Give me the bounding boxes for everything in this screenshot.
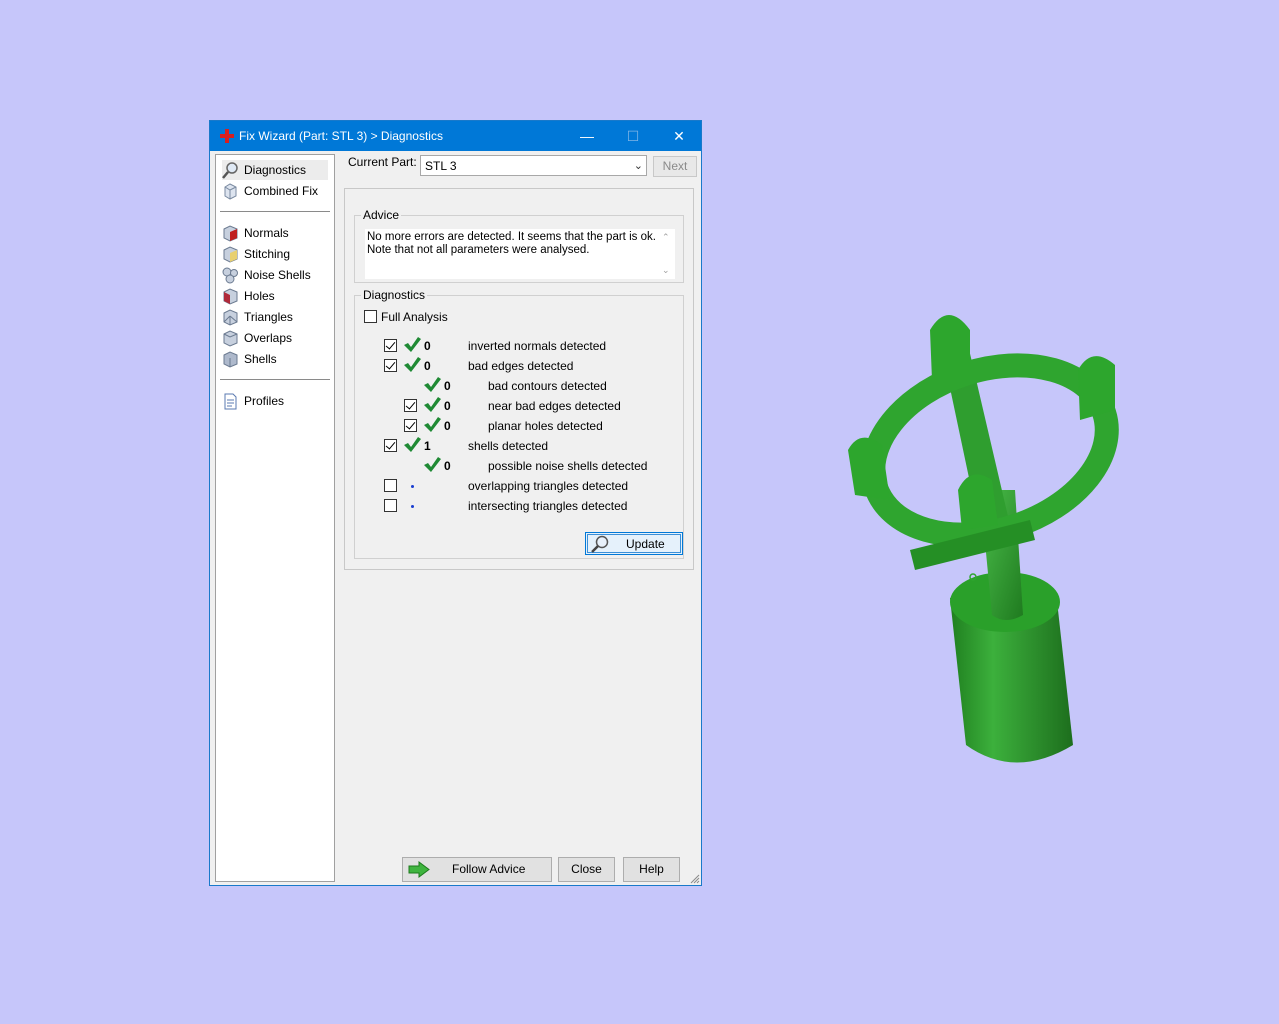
nav-separator	[220, 211, 330, 212]
advice-text: No more errors are detected. It seems th…	[367, 231, 656, 256]
update-button[interactable]: Update	[585, 532, 683, 555]
diagnostic-label: overlapping triangles detected	[468, 479, 629, 493]
green-check-icon	[424, 457, 441, 472]
current-part-label: Current Part:	[348, 155, 417, 169]
advice-group: Advice No more errors are detected. It s…	[354, 208, 684, 283]
close-button[interactable]: Close	[558, 857, 615, 882]
diagnostic-label: shells detected	[468, 439, 549, 453]
nav-item-overlaps[interactable]: Overlaps	[222, 328, 328, 348]
advice-textbox[interactable]: No more errors are detected. It seems th…	[365, 229, 675, 279]
stitching-cube-icon	[223, 246, 238, 263]
update-label: Update	[626, 537, 665, 551]
follow-advice-label: Follow Advice	[452, 862, 526, 876]
full-analysis-label[interactable]: Full Analysis	[381, 310, 448, 324]
diagnostic-checkbox[interactable]	[404, 419, 417, 432]
green-check-icon	[424, 417, 441, 432]
nav-label: Combined Fix	[244, 184, 319, 198]
diagnostic-label: near bad edges detected	[488, 399, 621, 413]
diagnostics-group: Diagnostics Full Analysis 0 inverted norm…	[354, 288, 684, 559]
diagnostic-count: 0	[424, 359, 431, 373]
document-icon	[224, 393, 237, 410]
diagnostic-count: 0	[444, 399, 451, 413]
title-bar[interactable]: Fix Wizard (Part: STL 3) > Diagnostics —…	[210, 121, 701, 151]
magnifier-icon	[222, 162, 238, 179]
full-analysis-checkbox[interactable]	[364, 310, 377, 323]
window-title: Fix Wizard (Part: STL 3) > Diagnostics	[239, 129, 443, 143]
nav-label: Profiles	[244, 394, 285, 408]
red-cross-icon	[220, 129, 234, 143]
diagnostic-label: bad edges detected	[468, 359, 574, 373]
diagnostic-checkbox[interactable]	[384, 359, 397, 372]
diagnostic-count: 0	[444, 459, 451, 473]
nav-label: Diagnostics	[244, 163, 307, 177]
fix-wizard-dialog: Fix Wizard (Part: STL 3) > Diagnostics —…	[209, 120, 702, 886]
nav-label: Noise Shells	[244, 268, 311, 282]
nav-item-diagnostics[interactable]: Diagnostics	[222, 160, 328, 180]
green-check-icon	[404, 357, 421, 372]
current-part-value: STL 3	[425, 159, 457, 173]
pending-dot-icon	[411, 485, 414, 488]
holes-cube-icon	[223, 288, 238, 305]
triangles-cube-icon	[223, 309, 238, 326]
close-window-button[interactable]: ✕	[656, 121, 702, 151]
follow-advice-button[interactable]: Follow Advice	[402, 857, 552, 882]
nav-item-noise-shells[interactable]: Noise Shells	[222, 265, 328, 285]
green-check-icon	[404, 437, 421, 452]
diagnostic-checkbox[interactable]	[384, 479, 397, 492]
nav-separator	[220, 379, 330, 380]
advice-scrollbar[interactable]: ⌃ ⌄	[661, 229, 673, 279]
diagnostics-panel: Advice No more errors are detected. It s…	[344, 188, 694, 570]
minimize-button[interactable]: —	[564, 121, 610, 151]
nav-item-holes[interactable]: Holes	[222, 286, 328, 306]
diagnostic-count: 0	[424, 339, 431, 353]
nav-item-shells[interactable]: Shells	[222, 349, 328, 369]
resize-grip-icon[interactable]	[690, 874, 700, 884]
next-button[interactable]: Next	[653, 156, 697, 177]
part-model-stl3[interactable]	[830, 290, 1140, 780]
diagnostics-group-title: Diagnostics	[361, 288, 428, 302]
nav-label: Holes	[244, 289, 275, 303]
green-check-icon	[404, 337, 421, 352]
nav-label: Shells	[244, 352, 277, 366]
normals-cube-icon	[223, 225, 238, 242]
nav-item-stitching[interactable]: Stitching	[222, 244, 328, 264]
nav-label: Stitching	[244, 247, 291, 261]
diagnostic-label: intersecting triangles detected	[468, 499, 628, 513]
overlaps-cube-icon	[223, 330, 238, 347]
diagnostic-label: possible noise shells detected	[488, 459, 648, 473]
current-part-select[interactable]: STL 3 ⌄	[420, 155, 647, 176]
arrow-right-icon	[408, 861, 430, 878]
green-check-icon	[424, 377, 441, 392]
nav-item-triangles[interactable]: Triangles	[222, 307, 328, 327]
cube-icon	[224, 183, 237, 200]
nav-item-combined-fix[interactable]: Combined Fix	[222, 181, 328, 201]
nav-item-profiles[interactable]: Profiles	[222, 391, 328, 411]
diagnostic-checkbox[interactable]	[404, 399, 417, 412]
green-check-icon	[424, 397, 441, 412]
nav-label: Normals	[244, 226, 289, 240]
diagnostic-count: 0	[444, 419, 451, 433]
chevron-down-icon: ⌄	[633, 160, 643, 172]
diagnostic-count: 0	[444, 379, 451, 393]
diagnostic-checkbox[interactable]	[384, 499, 397, 512]
advice-group-title: Advice	[361, 208, 402, 222]
diagnostic-checkbox[interactable]	[384, 339, 397, 352]
maximize-button[interactable]: ☐	[610, 121, 656, 151]
scroll-down-icon[interactable]: ⌄	[662, 265, 670, 276]
pending-dot-icon	[411, 505, 414, 508]
noise-shells-icon	[222, 267, 238, 284]
diagnostic-label: planar holes detected	[488, 419, 603, 433]
scroll-up-icon[interactable]: ⌃	[662, 232, 670, 243]
diagnostic-label: bad contours detected	[488, 379, 607, 393]
shells-cube-icon	[223, 351, 238, 368]
diagnostic-count: 1	[424, 439, 431, 453]
help-button[interactable]: Help	[623, 857, 680, 882]
nav-label: Triangles	[244, 310, 293, 324]
nav-label: Overlaps	[244, 331, 293, 345]
wizard-nav-panel: Diagnostics Combined Fix Normals Stitchi…	[215, 154, 335, 882]
magnifier-icon	[591, 535, 609, 553]
nav-item-normals[interactable]: Normals	[222, 223, 328, 243]
diagnostic-checkbox[interactable]	[384, 439, 397, 452]
diagnostic-label: inverted normals detected	[468, 339, 607, 353]
